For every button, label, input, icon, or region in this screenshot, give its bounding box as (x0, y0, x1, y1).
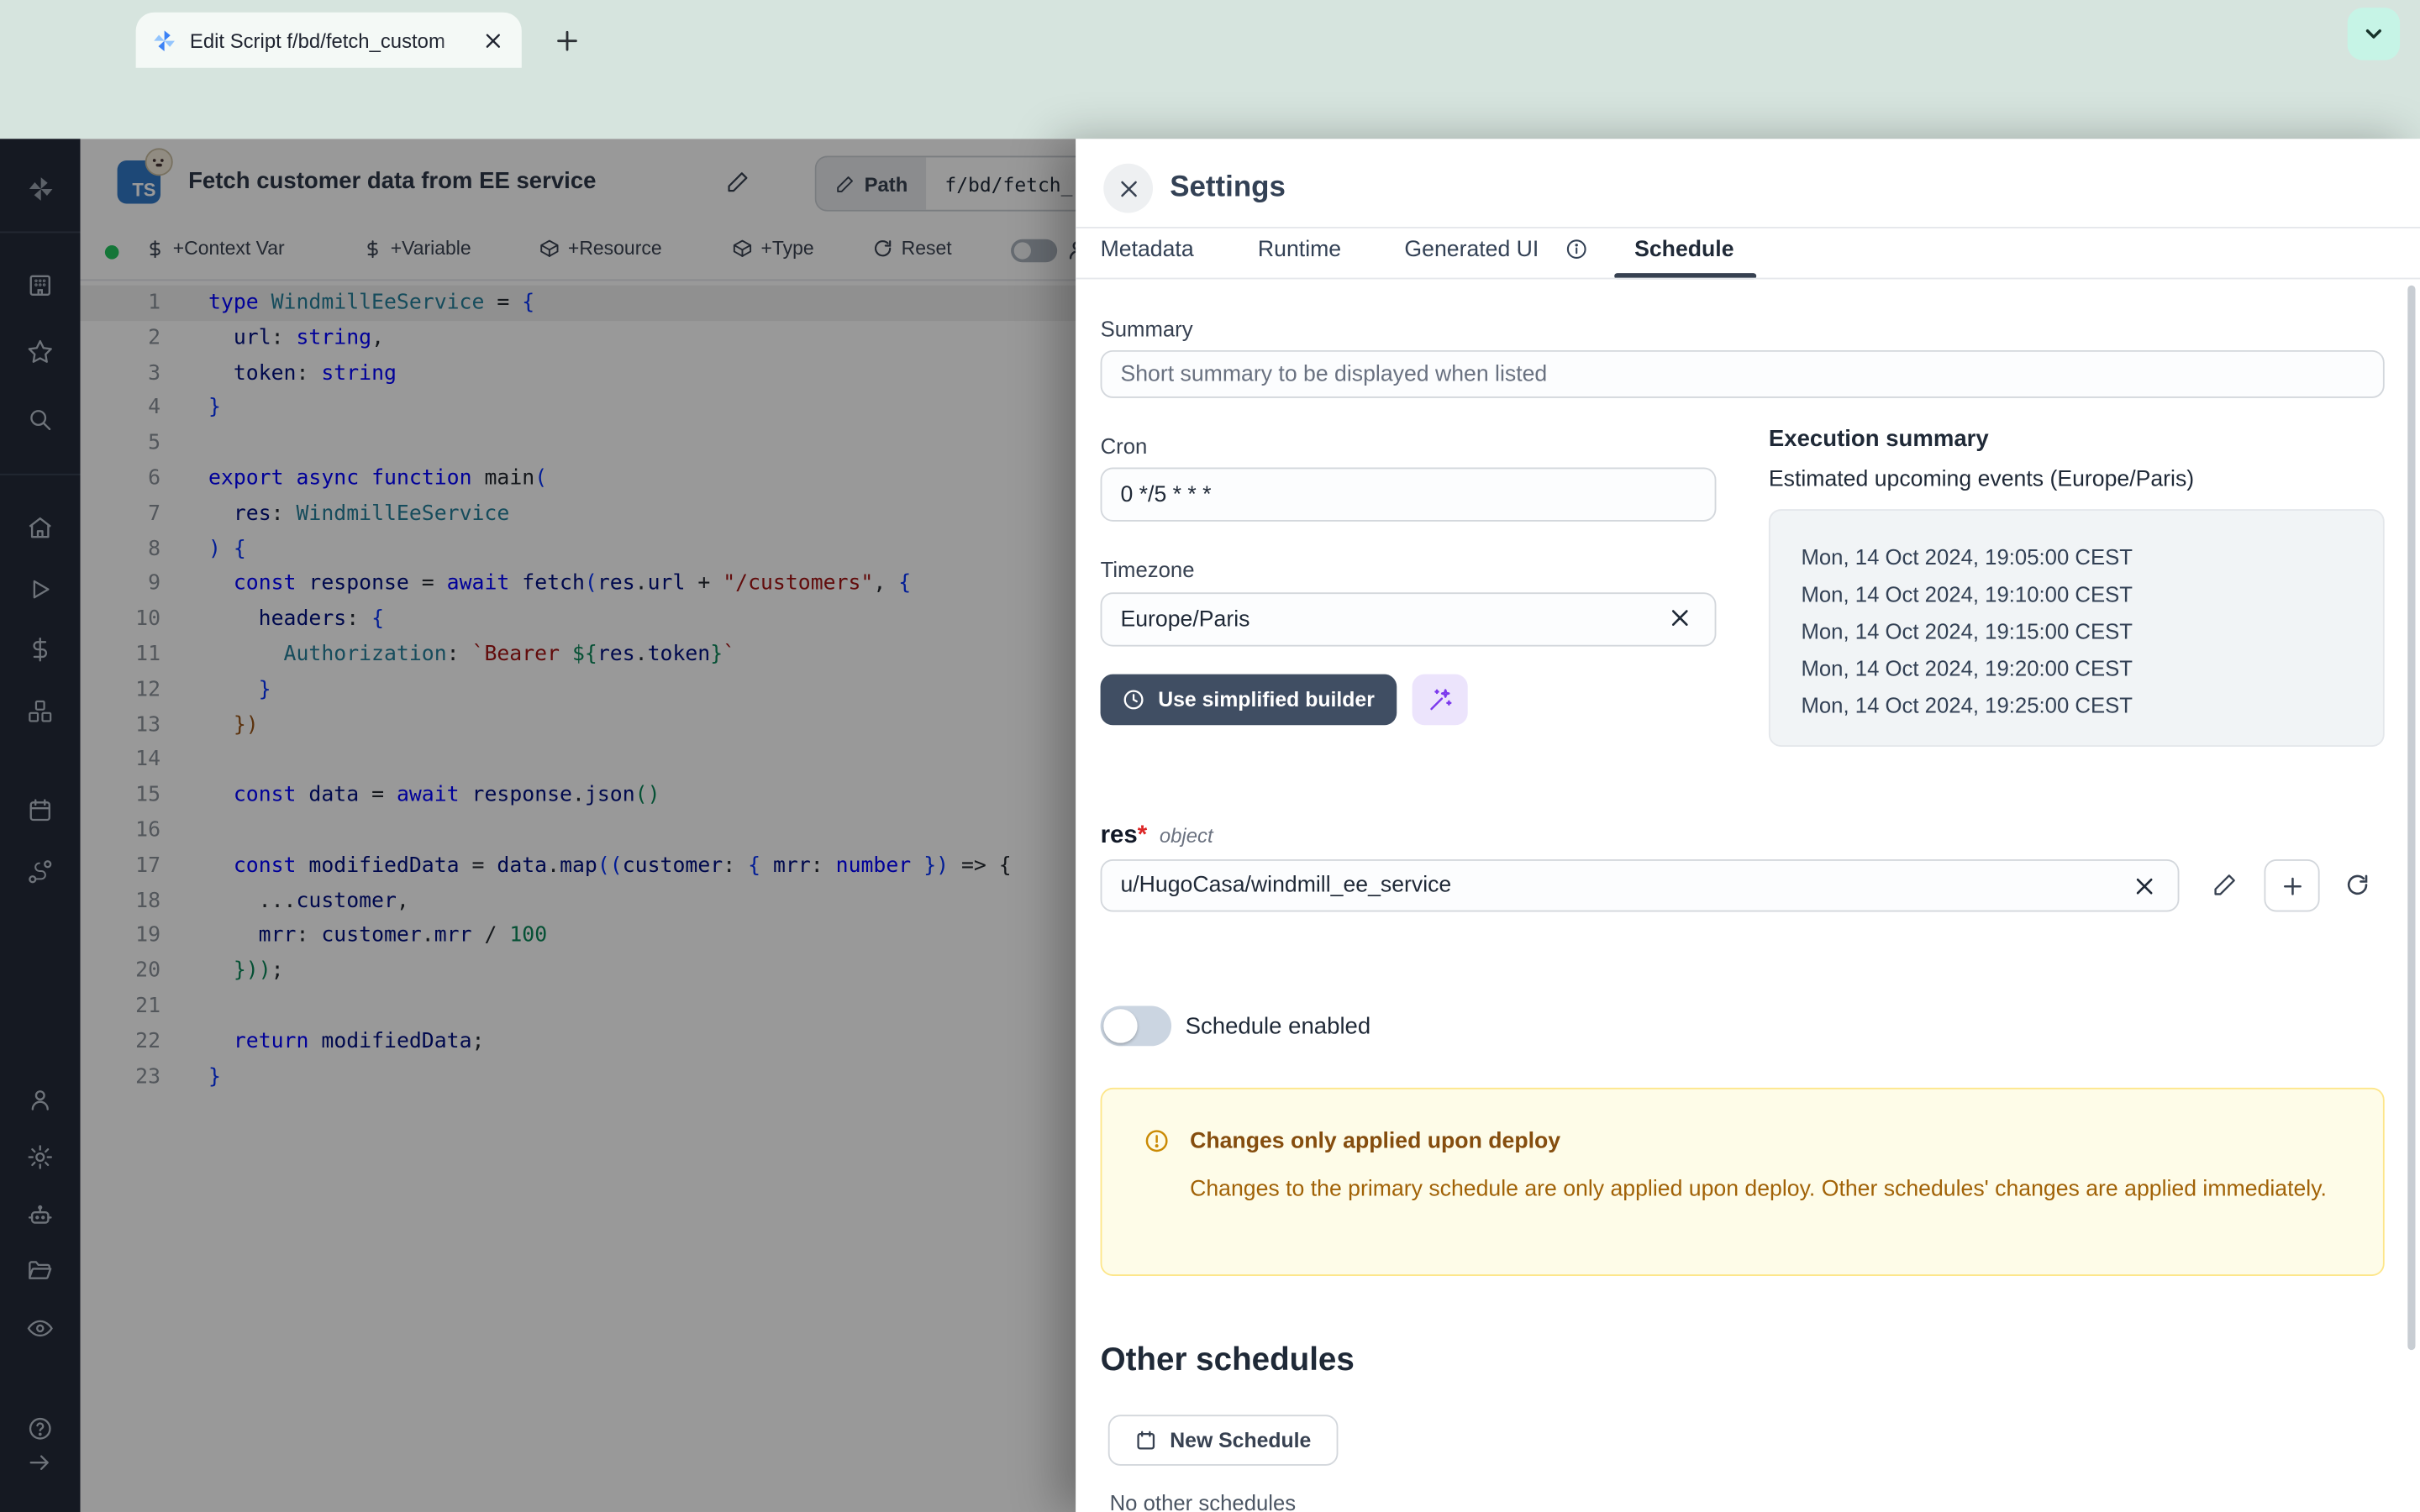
tab-runtime[interactable]: Runtime (1258, 238, 1341, 262)
other-schedules-title: Other schedules (1101, 1342, 1355, 1379)
tab-schedule[interactable]: Schedule (1634, 238, 1733, 262)
refresh-resource-icon[interactable] (2344, 872, 2370, 898)
drawer-backdrop[interactable] (0, 139, 1076, 1512)
new-tab-icon[interactable] (544, 17, 590, 63)
clock-icon (1123, 688, 1146, 711)
resource-clear-icon[interactable] (2133, 874, 2156, 898)
magic-wand-icon (1427, 686, 1453, 712)
warning-body: Changes to the primary schedule are only… (1190, 1173, 2332, 1206)
drawer-title: Settings (1170, 171, 1286, 205)
tab-close-icon[interactable] (483, 30, 503, 50)
schedule-enabled-toggle[interactable] (1101, 1006, 1171, 1047)
event-row: Mon, 14 Oct 2024, 19:15:00 CEST (1801, 612, 2382, 649)
event-row: Mon, 14 Oct 2024, 19:10:00 CEST (1801, 575, 2382, 612)
ai-wand-button[interactable] (1413, 675, 1468, 726)
app-window: TS Fetch customer data from EE service P… (0, 139, 2420, 1512)
event-row: Mon, 14 Oct 2024, 19:20:00 CEST (1801, 649, 2382, 686)
summary-input[interactable] (1101, 350, 2385, 398)
event-row: Mon, 14 Oct 2024, 19:25:00 CEST (1801, 686, 2382, 723)
new-schedule-button[interactable]: New Schedule (1108, 1415, 1338, 1466)
no-other-schedules-text: No other schedules (1110, 1490, 1297, 1512)
event-row: Mon, 14 Oct 2024, 19:05:00 CEST (1801, 538, 2382, 575)
summary-label: Summary (1101, 317, 1193, 341)
alert-icon (1144, 1128, 1170, 1154)
browser-tabstrip: Edit Script f/bd/fetch_custom (0, 0, 2420, 68)
timezone-label: Timezone (1101, 557, 1195, 581)
tab-generated-ui[interactable]: Generated UI (1404, 238, 1539, 262)
simplified-builder-button[interactable]: Use simplified builder (1101, 675, 1397, 726)
deploy-warning-box: Changes only applied upon deploy Changes… (1101, 1088, 2385, 1276)
timezone-clear-icon[interactable] (1669, 606, 1692, 630)
add-resource-plus-button[interactable] (2264, 859, 2319, 911)
resource-input[interactable] (1101, 859, 2180, 911)
upcoming-events-label: Estimated upcoming events (Europe/Paris) (1769, 468, 2194, 492)
screenshot-stage: Edit Script f/bd/fetch_custom app.windmi… (0, 0, 2420, 1512)
panel-chevron-icon[interactable] (2348, 8, 2400, 60)
cron-input[interactable] (1101, 468, 1717, 522)
settings-drawer: Settings Metadata Runtime Generated UI S… (1076, 139, 2420, 1512)
warning-title: Changes only applied upon deploy (1190, 1129, 1560, 1153)
execution-summary-title: Execution summary (1769, 426, 1989, 452)
browser-navbar: app.windmill.dev/scripts/edit/f/bd/fetch… (0, 68, 2420, 139)
info-icon (1565, 238, 1588, 261)
edit-resource-pencil-icon[interactable] (2212, 872, 2238, 898)
browser-tab[interactable]: Edit Script f/bd/fetch_custom (136, 13, 522, 68)
drawer-scrollbar[interactable] (2407, 286, 2415, 1350)
windmill-favicon (151, 27, 177, 53)
timezone-input[interactable] (1101, 592, 1717, 646)
tab-metadata[interactable]: Metadata (1101, 238, 1194, 262)
tabs-divider (1076, 278, 2420, 280)
close-icon[interactable] (1103, 164, 1153, 213)
cron-label: Cron (1101, 433, 1148, 458)
tab-title: Edit Script f/bd/fetch_custom (190, 29, 477, 52)
header-divider (1076, 227, 2420, 228)
upcoming-events-panel: Mon, 14 Oct 2024, 19:05:00 CEST Mon, 14 … (1769, 509, 2385, 747)
arg-res-label: res*object (1101, 822, 1213, 850)
schedule-enabled-label: Schedule enabled (1186, 1014, 1371, 1040)
calendar-icon (1134, 1429, 1158, 1452)
